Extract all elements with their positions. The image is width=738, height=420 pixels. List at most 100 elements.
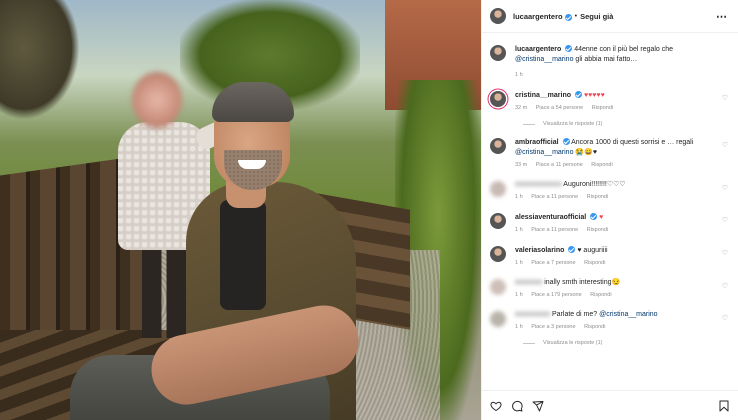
more-options-icon[interactable]: ⋯ xyxy=(716,10,728,23)
verified-badge-icon xyxy=(562,138,570,145)
caption-avatar[interactable] xyxy=(490,45,506,61)
caption-text-2: gli abbia mai fatto… xyxy=(575,56,638,63)
comment-likes[interactable]: Piace a 11 persone xyxy=(531,227,578,233)
post-side-panel: lucaargentero • Segui già ⋯ lucaargenter… xyxy=(481,0,738,420)
like-comment-heart-icon[interactable]: ♡ xyxy=(722,314,728,322)
commenter-avatar[interactable] xyxy=(490,91,506,107)
comment-meta: 1 h Piace a 3 persone Rispondi xyxy=(515,322,728,332)
comment-text: Ancora 1000 di questi sorrisi e … regali xyxy=(571,139,694,146)
comment-text: ♥♥♥♥♥ xyxy=(583,92,605,99)
commenter-avatar[interactable] xyxy=(490,246,506,262)
comment-body: alessiaventuraofficial ♥ 1 h Piace a 11 … xyxy=(515,212,728,235)
child-legs xyxy=(142,248,186,338)
man-hair xyxy=(212,82,294,122)
comment-likes[interactable]: Piace a 7 persone xyxy=(531,260,575,266)
comment-icon[interactable] xyxy=(511,400,523,412)
comment-time: 1 h xyxy=(515,292,523,298)
verified-badge-icon xyxy=(568,246,576,253)
view-replies-button[interactable]: Visualizza le risposte (1) xyxy=(523,121,728,127)
like-comment-heart-icon[interactable]: ♡ xyxy=(722,94,728,102)
comment-likes[interactable]: Piace a 3 persone xyxy=(531,324,575,330)
comment-meta: 1 h Piace a 7 persone Rispondi xyxy=(515,258,728,268)
replies-divider xyxy=(523,123,535,125)
comment-meta: 1 h Piace a 11 persone Rispondi xyxy=(515,225,728,235)
comment-time: 1 h xyxy=(515,194,523,200)
commenter-avatar[interactable] xyxy=(490,138,506,154)
comment-text: Parlate di me? xyxy=(552,311,598,318)
comment-text: Auguroni!!!!!!!!♡♡♡ xyxy=(563,181,626,188)
reply-button[interactable]: Rispondi xyxy=(591,162,612,168)
comment-item: xxxxxxx inally smth interesting😏 1 h Pia… xyxy=(490,278,728,300)
comment-likes[interactable]: Piace a 179 persone xyxy=(531,292,581,298)
bookmark-icon[interactable] xyxy=(718,400,730,412)
comment-item: xxxxxxxxx Parlate di me? @cristina__mari… xyxy=(490,310,728,332)
comment-username[interactable]: ambraofficial xyxy=(515,139,559,146)
reply-button[interactable]: Rispondi xyxy=(587,227,608,233)
comment-username[interactable]: cristina__marino xyxy=(515,92,571,99)
comment-item: ambraofficial Ancora 1000 di questi sorr… xyxy=(490,137,728,170)
following-button[interactable]: Segui già xyxy=(580,12,613,21)
like-comment-heart-icon[interactable]: ♡ xyxy=(722,282,728,290)
comment-username[interactable]: valeriasolarino xyxy=(515,247,564,254)
comment-time: 32 m xyxy=(515,105,528,111)
like-comment-heart-icon[interactable]: ♡ xyxy=(722,184,728,192)
comment-emojis: 😭😄♥ xyxy=(575,149,598,156)
caption-meta: 1 h xyxy=(515,70,728,80)
comment-likes[interactable]: Piace a 11 persone xyxy=(536,162,583,168)
comment-time: 1 h xyxy=(515,260,523,266)
reply-button[interactable]: Rispondi xyxy=(584,260,605,266)
heart-icon[interactable] xyxy=(490,400,502,412)
comment-body: xxxxxxxxx Parlate di me? @cristina__mari… xyxy=(515,310,728,332)
comment-body: valeriasolarino ♥ auguriiii 1 h Piace a … xyxy=(515,245,728,268)
comments-list[interactable]: lucaargentero 44enne con il più bel rega… xyxy=(482,34,738,379)
comment-item: cristina__marino ♥♥♥♥♥ 32 m Piace a 54 p… xyxy=(490,90,728,113)
like-comment-heart-icon[interactable]: ♡ xyxy=(722,216,728,224)
comment-mention[interactable]: @cristina__marino xyxy=(599,311,657,318)
post-action-bar xyxy=(482,390,738,420)
comment-likes[interactable]: Piace a 54 persone xyxy=(536,105,583,111)
share-icon[interactable] xyxy=(532,400,544,412)
commenter-avatar-blurred[interactable] xyxy=(490,311,506,327)
comment-text: ♥ auguriiii xyxy=(577,247,608,254)
author-avatar[interactable] xyxy=(490,8,506,24)
comment-body: xxxxxxx inally smth interesting😏 1 h Pia… xyxy=(515,278,728,300)
like-comment-heart-icon[interactable]: ♡ xyxy=(722,249,728,257)
comment-username[interactable]: alessiaventuraofficial xyxy=(515,214,586,221)
post-photo[interactable] xyxy=(0,0,481,420)
verified-badge-icon xyxy=(574,91,582,98)
comment-username-blurred[interactable]: xxxxxxxxxxxx xyxy=(515,181,562,188)
caption-username[interactable]: lucaargentero xyxy=(515,46,561,53)
caption-time: 1 h xyxy=(515,72,523,78)
comment-time: 33 m xyxy=(515,162,528,168)
commenter-avatar-blurred[interactable] xyxy=(490,181,506,197)
reply-button[interactable]: Rispondi xyxy=(590,292,611,298)
comment-text: inally smth interesting😏 xyxy=(544,279,621,286)
reply-button[interactable]: Rispondi xyxy=(587,194,608,200)
comment-meta: 33 m Piace a 11 persone Rispondi xyxy=(515,160,728,170)
caption-body: lucaargentero 44enne con il più bel rega… xyxy=(515,44,728,80)
comment-body: cristina__marino ♥♥♥♥♥ 32 m Piace a 54 p… xyxy=(515,90,728,113)
verified-badge-icon xyxy=(590,213,598,220)
reply-button[interactable]: Rispondi xyxy=(592,105,613,111)
comment-body: ambraofficial Ancora 1000 di questi sorr… xyxy=(515,137,728,170)
comment-item: alessiaventuraofficial ♥ 1 h Piace a 11 … xyxy=(490,212,728,235)
view-replies-label: Visualizza le risposte (1) xyxy=(543,340,603,346)
comment-username-blurred[interactable]: xxxxxxxxx xyxy=(515,311,550,318)
header-separator: • xyxy=(574,12,578,20)
comment-item: xxxxxxxxxxxx Auguroni!!!!!!!!♡♡♡ 1 h Pia… xyxy=(490,180,728,202)
caption-mention[interactable]: @cristina__marino xyxy=(515,56,573,63)
comment-meta: 32 m Piace a 54 persone Rispondi xyxy=(515,103,728,113)
author-username[interactable]: lucaargentero xyxy=(513,12,563,21)
comment-likes[interactable]: Piace a 11 persone xyxy=(531,194,578,200)
post-header: lucaargentero • Segui già ⋯ xyxy=(482,0,738,33)
comment-time: 1 h xyxy=(515,227,523,233)
view-replies-button[interactable]: Visualizza le risposte (1) xyxy=(523,340,728,346)
comment-meta: 1 h Piace a 179 persone Rispondi xyxy=(515,290,728,300)
comment-mention[interactable]: @cristina__marino xyxy=(515,149,573,156)
reply-button[interactable]: Rispondi xyxy=(584,324,605,330)
commenter-avatar[interactable] xyxy=(490,213,506,229)
child-head-blurred xyxy=(132,72,182,128)
commenter-avatar-blurred[interactable] xyxy=(490,279,506,295)
comment-username-blurred[interactable]: xxxxxxx xyxy=(515,279,542,286)
like-comment-heart-icon[interactable]: ♡ xyxy=(722,141,728,149)
